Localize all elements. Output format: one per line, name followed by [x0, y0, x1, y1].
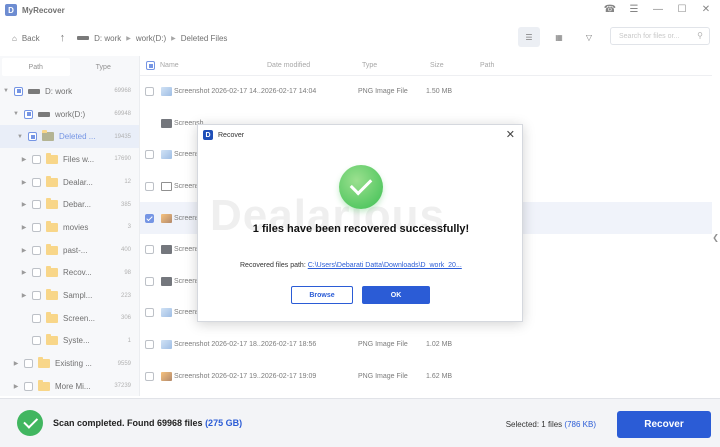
dialog-header: D Recover ✕ — [198, 125, 522, 145]
recovered-path-label: Recovered files path: — [240, 262, 306, 269]
dialog-title: Recover — [218, 131, 245, 139]
dialog-message: 1 files have been recovered successfully… — [252, 223, 470, 235]
scan-status-size: (275 GB) — [205, 418, 243, 428]
recovered-path-link[interactable]: C:\Users\Debarati Datta\Downloads\D_work… — [308, 262, 462, 269]
success-check-icon — [339, 165, 383, 209]
scan-status: Scan completed. Found 69968 files (275 G… — [53, 418, 242, 428]
recover-dialog: D Recover ✕ Dealarious 1 files have been… — [197, 124, 523, 322]
scan-status-text: Scan completed. Found 69968 files — [53, 418, 203, 428]
app-logo-icon: D — [203, 130, 213, 140]
check-circle-icon — [17, 410, 43, 436]
selection-status: Selected: 1 files (786 KB) — [506, 420, 596, 429]
selection-status-text: Selected: 1 files — [505, 420, 563, 429]
close-icon[interactable]: ✕ — [506, 128, 515, 141]
status-bar: Scan completed. Found 69968 files (275 G… — [0, 398, 720, 447]
browse-button[interactable]: Browse — [291, 286, 353, 304]
ok-button[interactable]: OK — [362, 286, 430, 304]
recover-button[interactable]: Recover — [617, 411, 711, 438]
selection-status-size: (786 KB) — [564, 420, 596, 429]
recovered-path: Recovered files path: C:\Users\Debarati … — [240, 262, 462, 269]
